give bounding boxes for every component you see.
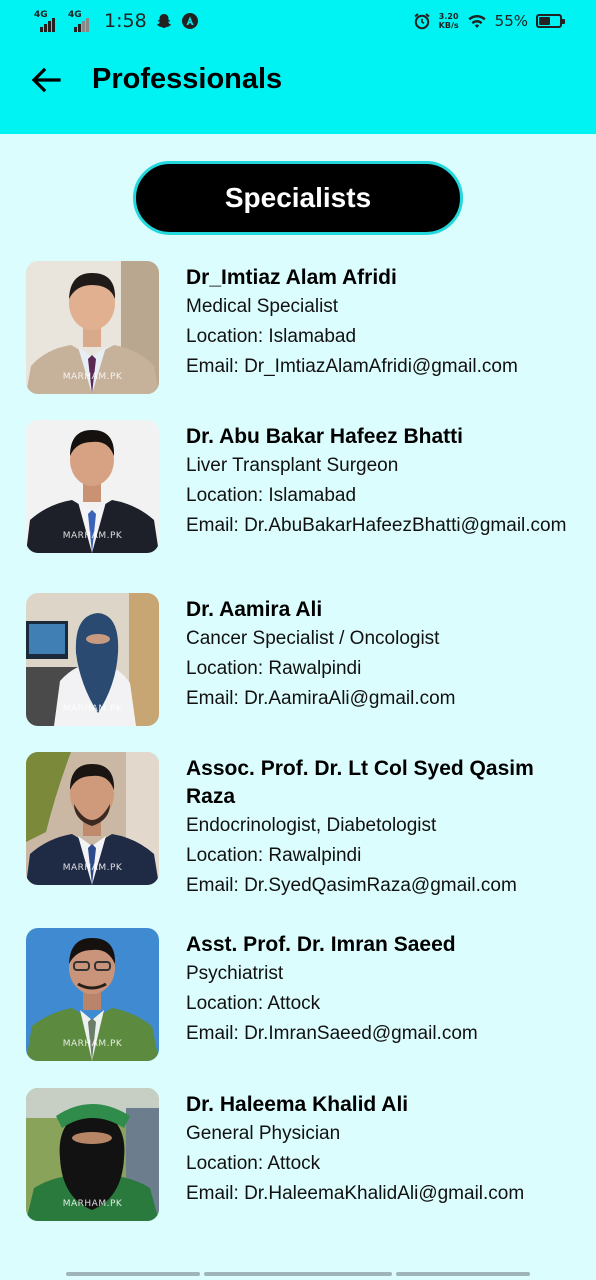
doctor-email: Email: Dr.HaleemaKhalidAli@gmail.com <box>186 1183 525 1204</box>
doctor-email: Email: Dr.AamiraAli@gmail.com <box>186 688 456 709</box>
photo-watermark: MARHAM.PK <box>62 704 123 714</box>
doctor-name: Dr. Haleema Khalid Ali <box>186 1093 409 1116</box>
doctor-location: Location: Attock <box>186 1153 321 1174</box>
page-title: Professionals <box>92 63 283 95</box>
doctor-email: Email: Dr.ImranSaeed@gmail.com <box>186 1023 478 1044</box>
network-speed-unit: KB/s <box>438 21 459 30</box>
doctor-specialty: Endocrinologist, Diabetologist <box>186 815 437 836</box>
signal-icon: 4G <box>68 10 94 32</box>
status-time: 1:58 <box>104 10 147 32</box>
doctor-specialty: Medical Specialist <box>186 296 339 317</box>
nav-indicator-segment <box>396 1272 530 1276</box>
doctor-name: Dr_Imtiaz Alam Afridi <box>186 266 397 289</box>
alarm-icon <box>414 13 430 30</box>
arrow-left-icon <box>31 67 61 93</box>
doctor-photo: MARHAM.PK <box>26 420 159 553</box>
doctor-location: Location: Rawalpindi <box>186 845 362 866</box>
photo-watermark: MARHAM.PK <box>62 531 123 541</box>
photo-watermark: MARHAM.PK <box>62 863 123 873</box>
app-bar: 4G 4G 1:58 3.20 KB/s 55% Professionals <box>0 0 596 134</box>
doctor-specialty: Psychiatrist <box>186 963 284 984</box>
photo-watermark: MARHAM.PK <box>62 372 123 382</box>
specialists-button[interactable]: Specialists <box>133 161 463 235</box>
network-speed: 3.20 KB/s <box>439 12 459 30</box>
doctor-photo: MARHAM.PK <box>26 752 159 885</box>
doctor-specialty: Cancer Specialist / Oncologist <box>186 628 440 649</box>
photo-watermark: MARHAM.PK <box>62 1199 123 1209</box>
doctor-email: Email: Dr_ImtiazAlamAfridi@gmail.com <box>186 356 518 377</box>
doctor-specialty: General Physician <box>186 1123 341 1144</box>
battery-percent: 55% <box>494 12 528 30</box>
doctor-specialty: Liver Transplant Surgeon <box>186 455 399 476</box>
nav-indicator-segment <box>204 1272 392 1276</box>
battery-icon <box>536 14 565 28</box>
doctor-name: Dr. Abu Bakar Hafeez Bhatti <box>186 425 463 448</box>
doctor-location: Location: Islamabad <box>186 326 357 347</box>
back-button[interactable] <box>28 62 64 98</box>
battery-fill <box>539 17 550 25</box>
network-speed-value: 3.20 <box>438 12 459 21</box>
doctor-photo: MARHAM.PK <box>26 261 159 394</box>
doctor-location: Location: Rawalpindi <box>186 658 362 679</box>
nav-indicator-segment <box>66 1272 200 1276</box>
doctor-email: Email: Dr.SyedQasimRaza@gmail.com <box>186 875 517 896</box>
doctor-location: Location: Attock <box>186 993 321 1014</box>
snapchat-icon <box>156 14 171 28</box>
photo-watermark: MARHAM.PK <box>62 1039 123 1049</box>
doctor-name: Assoc. Prof. Dr. Lt Col Syed Qasim Raza <box>186 757 534 808</box>
wifi-icon <box>468 15 486 28</box>
doctor-photo: MARHAM.PK <box>26 1088 159 1221</box>
doctor-photo: MARHAM.PK <box>26 928 159 1061</box>
doctor-email: Email: Dr.AbuBakarHafeezBhatti@gmail.com <box>186 515 567 536</box>
doctor-photo: MARHAM.PK <box>26 593 159 726</box>
doctor-location: Location: Islamabad <box>186 485 357 506</box>
bottom-nav-indicator <box>0 1272 596 1276</box>
doctor-name: Asst. Prof. Dr. Imran Saeed <box>186 933 456 956</box>
doctor-name: Dr. Aamira Ali <box>186 598 323 621</box>
signal-icon: 4G <box>34 10 60 32</box>
app-icon <box>181 13 198 29</box>
status-bar: 4G 4G 1:58 3.20 KB/s 55% <box>0 0 596 46</box>
